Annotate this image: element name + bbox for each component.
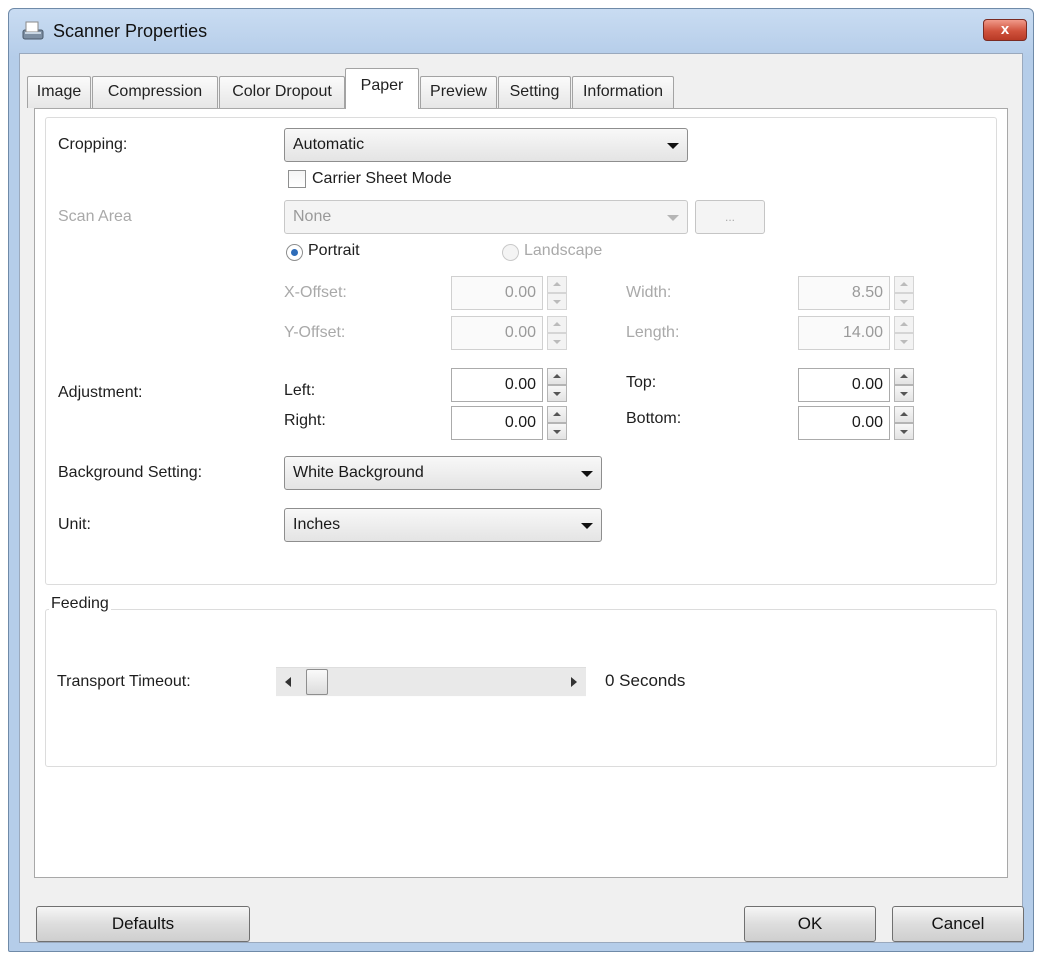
spin-up-icon[interactable] (894, 368, 914, 385)
chevron-down-icon (667, 143, 679, 149)
left-field[interactable]: 0.00 (451, 368, 543, 402)
spin-down-icon[interactable] (894, 333, 914, 350)
top-spinner[interactable] (894, 368, 914, 402)
bottom-label: Bottom: (626, 410, 682, 427)
spin-up-icon[interactable] (894, 276, 914, 293)
cropping-dropdown[interactable]: Automatic (284, 128, 688, 162)
background-setting-label: Background Setting: (58, 464, 203, 481)
portrait-label: Portrait (308, 242, 360, 259)
right-label: Right: (284, 412, 326, 429)
y-offset-spinner[interactable] (547, 316, 567, 350)
spin-down-icon[interactable] (547, 423, 567, 440)
unit-dropdown[interactable]: Inches (284, 508, 602, 542)
right-spinner[interactable] (547, 406, 567, 440)
carrier-sheet-label: Carrier Sheet Mode (312, 170, 452, 187)
slider-thumb[interactable] (306, 669, 328, 695)
spin-down-icon[interactable] (894, 385, 914, 402)
spin-up-icon[interactable] (547, 368, 567, 385)
cropping-value: Automatic (293, 136, 365, 153)
landscape-radio[interactable] (502, 244, 519, 261)
tab-image[interactable]: Image (27, 76, 91, 108)
bottom-spinner[interactable] (894, 406, 914, 440)
tab-setting[interactable]: Setting (498, 76, 571, 108)
scan-area-label: Scan Area (58, 208, 132, 225)
carrier-sheet-checkbox[interactable] (288, 170, 306, 188)
timeout-value: 0 Seconds (605, 671, 686, 690)
tab-color-dropout[interactable]: Color Dropout (219, 76, 345, 108)
paper-tab-panel: Cropping: Automatic Carrier Sheet Mode S… (34, 108, 1008, 878)
spin-up-icon[interactable] (894, 406, 914, 423)
top-field[interactable]: 0.00 (798, 368, 890, 402)
chevron-down-icon (581, 523, 593, 529)
x-offset-spinner[interactable] (547, 276, 567, 310)
dialog-client-area: Image Compression Color Dropout Paper Pr… (19, 53, 1024, 943)
defaults-button[interactable]: Defaults (36, 906, 250, 942)
spin-up-icon[interactable] (547, 316, 567, 333)
chevron-down-icon (667, 215, 679, 221)
scanner-icon (22, 21, 44, 40)
scan-area-browse-button[interactable]: ... (695, 200, 765, 234)
length-spinner[interactable] (894, 316, 914, 350)
y-offset-label: Y-Offset: (284, 324, 346, 341)
background-setting-dropdown[interactable]: White Background (284, 456, 602, 490)
width-label: Width: (626, 284, 672, 301)
portrait-radio[interactable] (286, 244, 303, 261)
length-field[interactable]: 14.00 (798, 316, 890, 350)
x-offset-field[interactable]: 0.00 (451, 276, 543, 310)
slider-right-arrow-icon[interactable] (571, 677, 577, 687)
width-spinner[interactable] (894, 276, 914, 310)
left-spinner[interactable] (547, 368, 567, 402)
spin-down-icon[interactable] (894, 293, 914, 310)
paper-settings-group: Cropping: Automatic Carrier Sheet Mode S… (45, 117, 997, 585)
landscape-label: Landscape (524, 242, 603, 259)
spin-down-icon[interactable] (547, 293, 567, 310)
length-label: Length: (626, 324, 680, 341)
tab-compression[interactable]: Compression (92, 76, 218, 108)
spin-up-icon[interactable] (547, 276, 567, 293)
cancel-button[interactable]: Cancel (892, 906, 1024, 942)
ok-button[interactable]: OK (744, 906, 876, 942)
dialog-window: Scanner Properties x Image Compression C… (8, 8, 1034, 952)
chevron-down-icon (581, 471, 593, 477)
spin-down-icon[interactable] (547, 385, 567, 402)
y-offset-field[interactable]: 0.00 (451, 316, 543, 350)
close-button[interactable]: x (983, 19, 1027, 41)
spin-down-icon[interactable] (547, 333, 567, 350)
window-title: Scanner Properties (53, 21, 208, 41)
unit-label: Unit: (58, 516, 91, 533)
adjustment-label: Adjustment: (58, 384, 143, 401)
scan-area-value: None (293, 208, 332, 225)
tab-information[interactable]: Information (572, 76, 674, 108)
spin-up-icon[interactable] (547, 406, 567, 423)
top-label: Top: (626, 374, 657, 391)
title-bar: Scanner Properties x (9, 9, 1033, 53)
transport-timeout-slider[interactable] (276, 667, 586, 697)
bottom-field[interactable]: 0.00 (798, 406, 890, 440)
right-field[interactable]: 0.00 (451, 406, 543, 440)
tab-paper[interactable]: Paper (345, 68, 419, 109)
x-offset-label: X-Offset: (284, 284, 347, 301)
left-label: Left: (284, 382, 316, 399)
background-setting-value: White Background (293, 464, 424, 481)
spin-down-icon[interactable] (894, 423, 914, 440)
unit-value: Inches (293, 516, 341, 533)
scan-area-dropdown[interactable]: None (284, 200, 688, 234)
radio-selected-dot (291, 249, 298, 256)
transport-timeout-label: Transport Timeout: (57, 673, 191, 690)
spin-up-icon[interactable] (894, 316, 914, 333)
tab-preview[interactable]: Preview (420, 76, 497, 108)
feeding-group-title: Feeding (49, 595, 111, 613)
width-field[interactable]: 8.50 (798, 276, 890, 310)
cropping-label: Cropping: (58, 136, 128, 153)
slider-left-arrow-icon[interactable] (285, 677, 291, 687)
